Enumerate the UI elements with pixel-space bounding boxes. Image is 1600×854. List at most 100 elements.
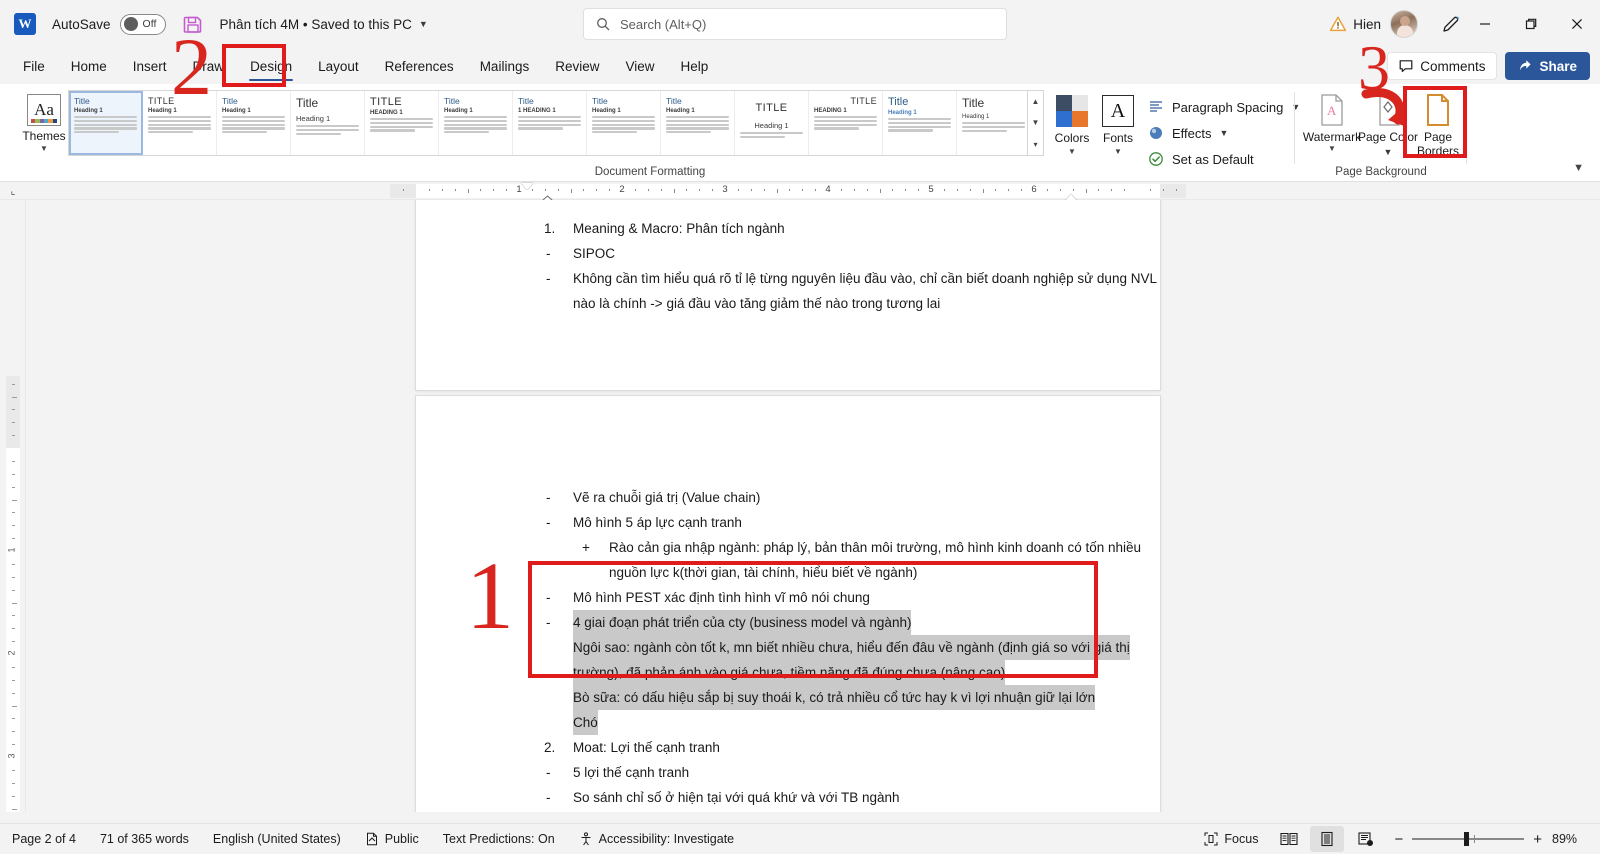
focus-button[interactable]: Focus <box>1192 824 1270 854</box>
list-marker: - <box>546 490 551 505</box>
comments-button[interactable]: Comments <box>1387 52 1498 80</box>
zoom-out-button[interactable]: − <box>1394 831 1403 848</box>
ribbon-collapse-button[interactable]: ▼ <box>1567 159 1590 177</box>
save-icon[interactable] <box>182 13 204 35</box>
style-gallery-item[interactable]: TITLE Heading 1 <box>735 91 809 155</box>
paragraph-spacing-button[interactable]: Paragraph Spacing ▼ <box>1142 94 1306 120</box>
minimize-button[interactable] <box>1462 0 1508 48</box>
tab-review[interactable]: Review <box>542 51 612 81</box>
read-mode-button[interactable] <box>1272 826 1306 852</box>
web-layout-button[interactable] <box>1348 826 1382 852</box>
style-heading: HEADING 1 <box>370 110 403 116</box>
style-gallery-item[interactable]: TITLE Heading 1 <box>143 91 217 155</box>
status-accessibility[interactable]: Accessibility: Investigate <box>567 824 746 854</box>
style-gallery-item[interactable]: Title Heading 1 <box>957 91 1027 155</box>
style-gallery-item[interactable]: Title Heading 1 <box>69 91 143 155</box>
page-borders-label: Page Borders <box>1416 130 1460 158</box>
tab-home[interactable]: Home <box>58 51 120 81</box>
effects-button[interactable]: Effects ▼ <box>1142 120 1234 146</box>
chevron-down-icon: ▼ <box>1068 147 1076 156</box>
focus-label: Focus <box>1224 832 1259 846</box>
paragraph-spacing-label: Paragraph Spacing <box>1172 99 1284 115</box>
zoom-level[interactable]: 89% <box>1552 832 1586 846</box>
style-gallery[interactable]: Title Heading 1 TITLE Heading 1 Title He… <box>68 90 1028 156</box>
tab-mailings[interactable]: Mailings <box>467 51 543 81</box>
ruler-tick <box>1021 189 1023 191</box>
vertical-ruler[interactable]: 1 2 3 <box>0 200 26 812</box>
status-word-count[interactable]: 71 of 365 words <box>88 824 201 854</box>
close-button[interactable] <box>1554 0 1600 48</box>
share-button[interactable]: Share <box>1505 52 1590 80</box>
style-gallery-item[interactable]: Title Heading 1 <box>661 91 735 155</box>
style-gallery-item[interactable]: Title Heading 1 <box>217 91 291 155</box>
style-gallery-item[interactable]: Title Heading 1 <box>439 91 513 155</box>
themes-icon: Aa <box>27 94 61 126</box>
autosave-label: AutoSave <box>52 16 111 32</box>
warning-icon[interactable] <box>1329 15 1347 33</box>
gallery-scroll-controls[interactable]: ▲ ▼ ▾ <box>1028 90 1044 156</box>
watermark-button[interactable]: A Watermark ▼ <box>1300 90 1364 168</box>
tab-view[interactable]: View <box>612 51 667 81</box>
avatar[interactable] <box>1390 10 1418 38</box>
ruler-number: 1 <box>516 184 522 195</box>
tab-insert[interactable]: Insert <box>120 51 180 81</box>
horizontal-ruler[interactable]: ⌞ 1 2 3 4 5 6 <box>0 182 1600 207</box>
tab-stop-selector[interactable]: ⌞ <box>0 182 26 200</box>
pen-sparkle-icon[interactable] <box>1440 13 1462 35</box>
search-box[interactable]: Search (Alt+Q) <box>583 8 1007 40</box>
page-borders-button[interactable]: Page Borders <box>1406 90 1470 168</box>
gallery-scroll-up-button[interactable]: ▲ <box>1028 91 1043 112</box>
list-marker: 2. <box>544 740 556 755</box>
status-page-info[interactable]: Page 2 of 4 <box>0 824 88 854</box>
vruler-tick <box>12 705 17 707</box>
user-name[interactable]: Hien <box>1353 17 1381 32</box>
document-canvas[interactable]: 1. Meaning & Macro: Phân tích ngành - SI… <box>27 200 1600 812</box>
document-page-2[interactable]: - Vẽ ra chuỗi giá trị (Value chain) - Mô… <box>416 396 1160 812</box>
style-gallery-item[interactable]: TITLE HEADING 1 <box>365 91 439 155</box>
style-gallery-item[interactable]: TITLE HEADING 1 <box>809 91 883 155</box>
restore-button[interactable] <box>1508 0 1554 48</box>
ruler-tick <box>1098 189 1100 191</box>
tab-draw[interactable]: Draw <box>180 51 238 81</box>
style-gallery-item[interactable]: Title 1 HEADING 1 <box>513 91 587 155</box>
document-line: So sánh chỉ số ở hiện tại với quá khứ và… <box>573 790 900 805</box>
tab-design[interactable]: Design <box>237 51 305 81</box>
style-gallery-item[interactable]: Title Heading 1 <box>291 91 365 155</box>
print-layout-button[interactable] <box>1310 826 1345 852</box>
style-gallery-item[interactable]: Title Heading 1 <box>883 91 957 155</box>
zoom-slider[interactable]: − + <box>1394 831 1542 848</box>
status-sensitivity[interactable]: Public <box>353 824 431 854</box>
tab-file[interactable]: File <box>10 51 58 81</box>
status-language[interactable]: English (United States) <box>201 824 353 854</box>
zoom-in-button[interactable]: + <box>1533 831 1542 848</box>
style-gallery-item[interactable]: Title Heading 1 <box>587 91 661 155</box>
gallery-more-button[interactable]: ▾ <box>1028 134 1043 155</box>
style-title: Title <box>888 96 909 108</box>
themes-button[interactable]: Aa Themes ▼ <box>18 90 70 164</box>
document-page-1[interactable]: 1. Meaning & Macro: Phân tích ngành - SI… <box>416 200 1160 390</box>
zoom-thumb[interactable] <box>1464 832 1470 846</box>
ruler-tick <box>918 189 920 191</box>
document-line: SIPOC <box>573 246 616 261</box>
set-as-default-button[interactable]: Set as Default <box>1142 146 1260 172</box>
fonts-button[interactable]: A Fonts ▼ <box>1092 90 1144 164</box>
style-heading: Heading 1 <box>296 114 331 123</box>
tab-help[interactable]: Help <box>668 51 722 81</box>
list-marker: - <box>546 615 551 630</box>
chevron-down-icon: ▼ <box>1291 102 1301 112</box>
list-marker: - <box>546 765 551 780</box>
ruler-tick <box>493 189 495 191</box>
tab-references[interactable]: References <box>372 51 467 81</box>
style-heading: Heading 1 <box>592 108 621 114</box>
gallery-scroll-down-button[interactable]: ▼ <box>1028 112 1043 133</box>
document-title[interactable]: Phân tích 4M • Saved to this PC ▼ <box>220 17 428 32</box>
zoom-track[interactable] <box>1412 832 1525 846</box>
colors-button[interactable]: Colors ▼ <box>1046 90 1098 164</box>
autosave-toggle[interactable]: Off <box>119 13 166 35</box>
ruler-tick <box>480 189 482 191</box>
status-text-predictions[interactable]: Text Predictions: On <box>431 824 567 854</box>
style-heading: Heading 1 <box>962 114 990 120</box>
vruler-tick <box>12 795 15 797</box>
tab-layout[interactable]: Layout <box>305 51 372 81</box>
colors-icon <box>1056 95 1088 127</box>
